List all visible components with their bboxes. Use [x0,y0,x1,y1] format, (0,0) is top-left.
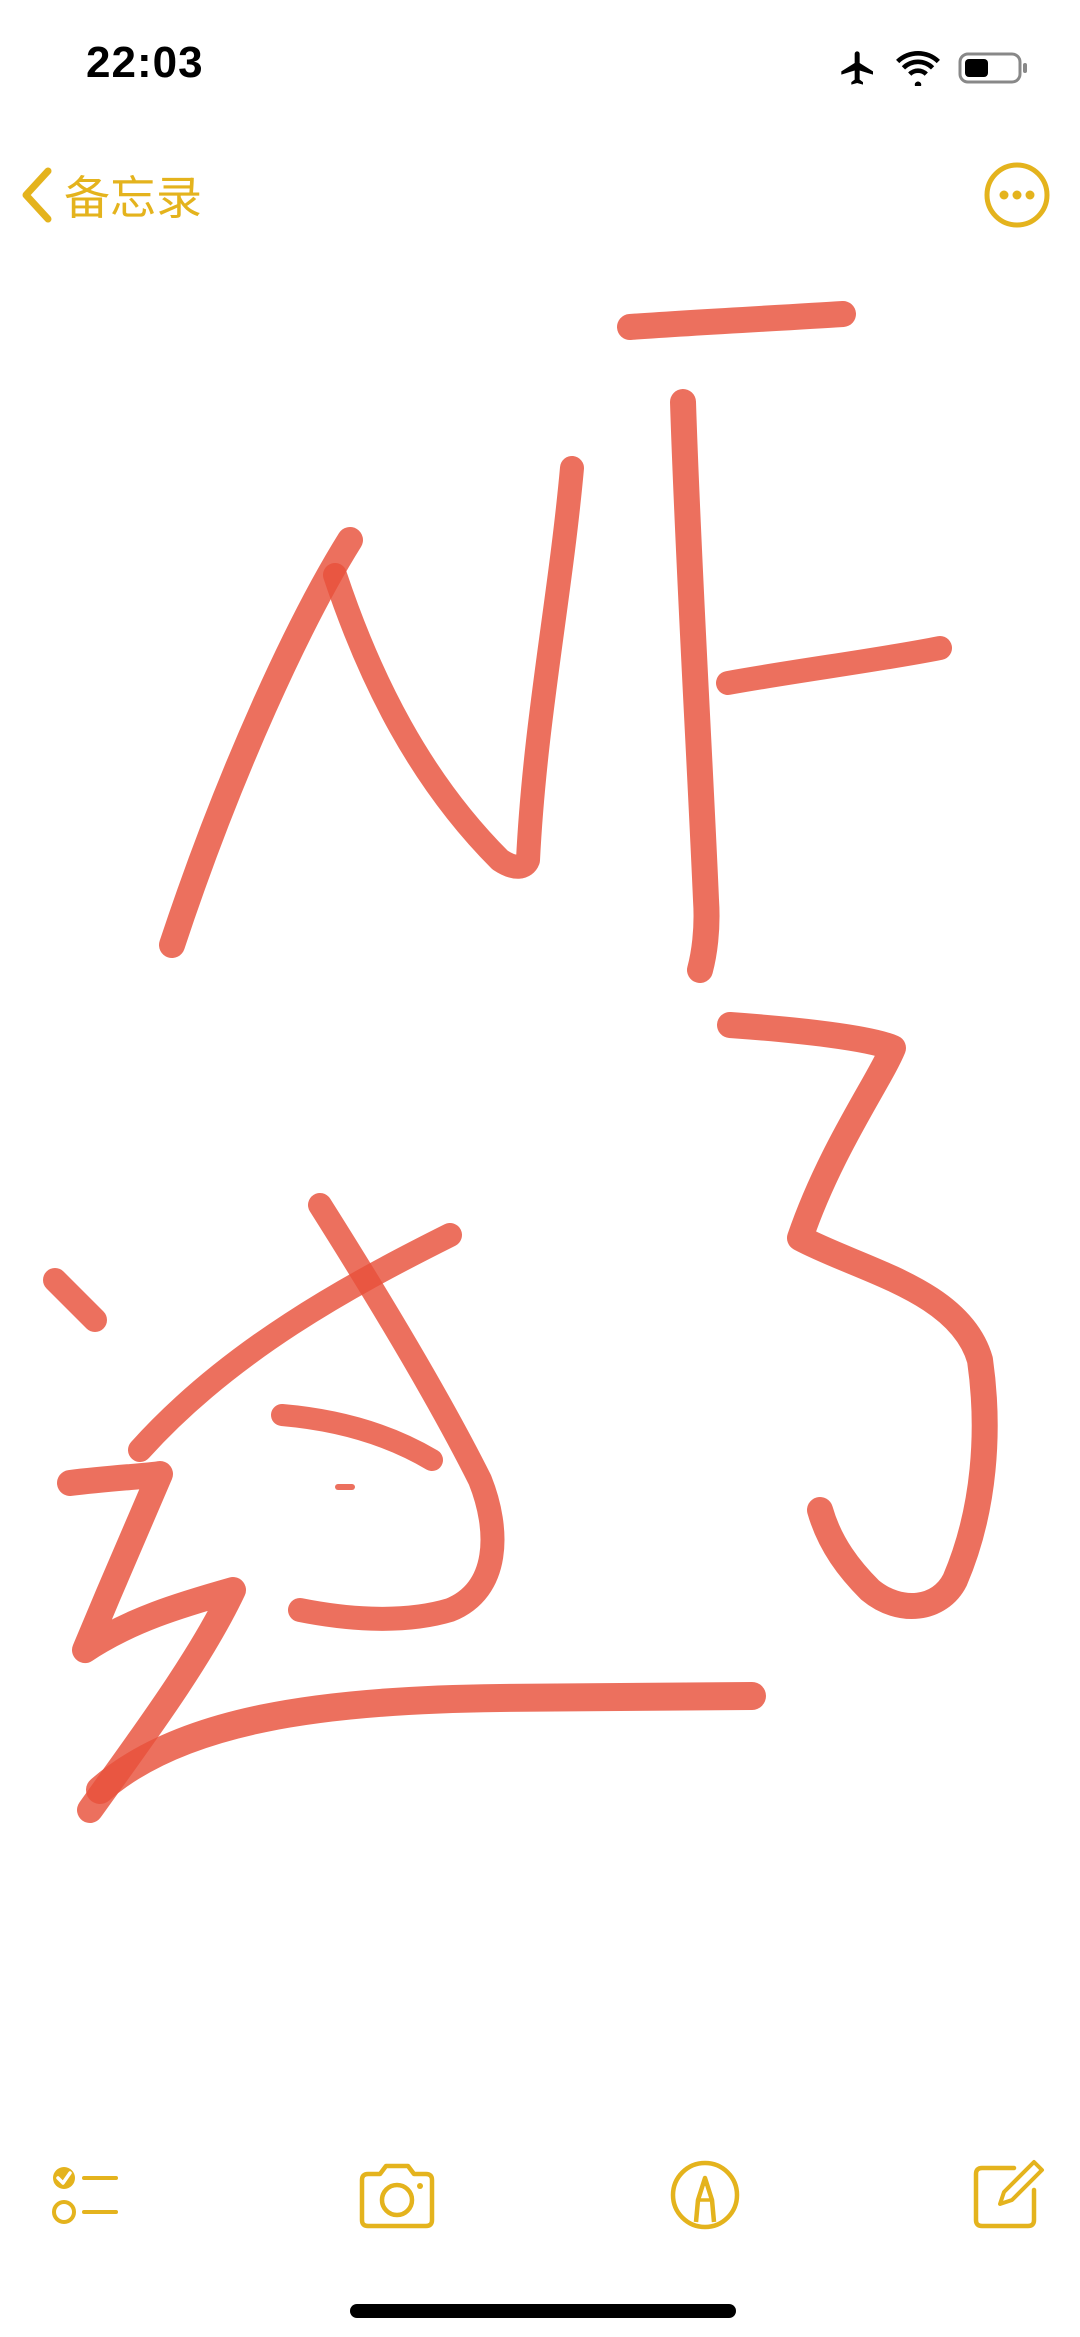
ink-stroke [670,389,720,983]
chevron-left-icon [22,167,52,223]
drawing-canvas[interactable] [0,260,1080,2100]
compose-button[interactable] [962,2150,1052,2240]
camera-button[interactable] [352,2150,442,2240]
more-button[interactable] [982,160,1052,230]
compose-icon [973,2160,1044,2229]
ink-stroke [271,1404,443,1471]
ink-stroke [323,456,584,879]
bottom-toolbar [0,2140,1080,2250]
nav-bar: 备忘录 [0,150,1080,240]
wifi-icon [896,50,940,86]
markup-pen-icon [670,2160,740,2230]
home-indicator [350,2304,736,2318]
ink-stroke [717,1012,998,1619]
markup-button[interactable] [660,2150,750,2240]
ink-stroke [716,636,952,695]
ink-stroke [86,1682,766,1804]
checklist-button[interactable] [40,2150,130,2240]
ink-stroke [617,301,856,340]
battery-icon [958,52,1027,84]
camera-icon [359,2163,435,2229]
ink-stroke [43,1268,107,1332]
status-icons [838,46,1030,90]
status-time: 22:03 [86,38,204,87]
airplane-icon [841,51,873,85]
back-label: 备忘录 [64,171,202,225]
status-bar: 22:03 [0,0,1080,130]
checklist-icon [52,2167,118,2224]
ellipsis-circle-icon [984,162,1050,228]
back-button[interactable]: 备忘录 [20,150,202,240]
ink-stroke [159,527,363,958]
